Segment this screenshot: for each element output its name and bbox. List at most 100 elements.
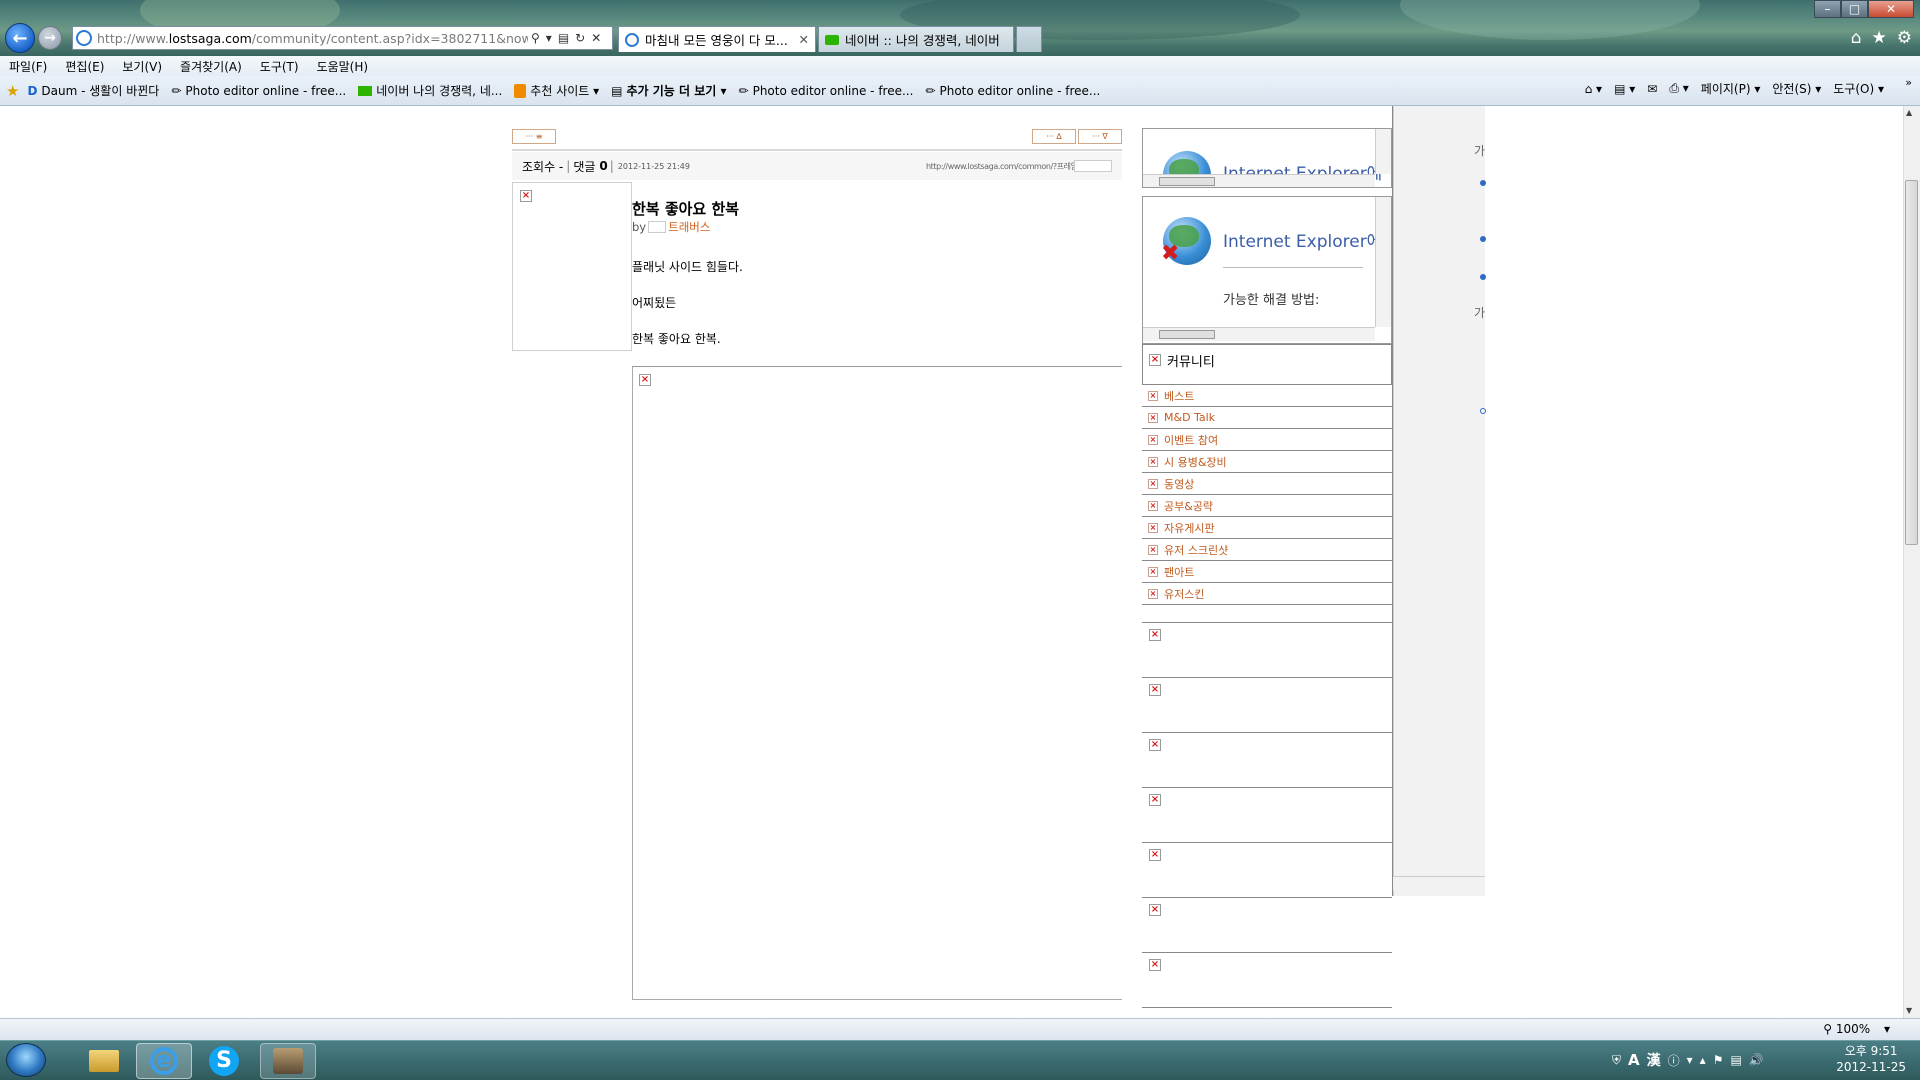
stop-icon[interactable]: ✕ (591, 31, 601, 45)
flag-icon[interactable]: ⚑ (1713, 1053, 1724, 1067)
menu-item-best[interactable]: × 베스트 (1142, 384, 1392, 406)
menu-favorites[interactable]: 즐겨찾기(A) (171, 58, 251, 75)
post-date: 2012-11-25 21:49 (617, 161, 690, 171)
frame-horizontal-scrollbar[interactable] (1143, 174, 1375, 187)
frame-vertical-scrollbar[interactable] (1375, 197, 1391, 327)
banner-slot[interactable] (1142, 1007, 1392, 1018)
hanja-icon[interactable]: 漢 (1647, 1050, 1661, 1070)
menu-item-screenshot[interactable]: × 유저 스크린샷 (1142, 538, 1392, 560)
file-explorer-icon[interactable] (76, 1043, 132, 1079)
fav-photo-editor-2[interactable]: ✏ Photo editor online - free... (739, 84, 914, 98)
scroll-up-arrow-icon[interactable]: ▲ (1906, 108, 1912, 117)
community-title: 커뮤니티 (1167, 355, 1215, 370)
fav-suggested-sites[interactable]: 추천 사이트 ▾ (514, 82, 599, 99)
menu-file[interactable]: 파일(F) (0, 58, 56, 75)
page-menu[interactable]: 페이지(P) ▾ (1701, 80, 1761, 97)
taskbar-clock[interactable]: 오후 9:51 2012-11-25 (1836, 1043, 1906, 1075)
ime-icon[interactable]: A (1628, 1051, 1640, 1069)
scroll-down-arrow-icon[interactable]: ▼ (1906, 1006, 1912, 1015)
broken-image-icon: × (1148, 500, 1158, 511)
refresh-icon[interactable]: ↻ (575, 31, 585, 45)
fav-naver[interactable]: 네이버 나의 경쟁력, 네... (358, 82, 502, 99)
menu-item-free-board[interactable]: × 자유게시판 (1142, 516, 1392, 538)
menu-view[interactable]: 보기(V) (113, 58, 171, 75)
dropdown-arrow-icon[interactable]: ▾ (546, 31, 552, 45)
prev-button[interactable]: ··· ∆ (1032, 129, 1076, 144)
menu-edit[interactable]: 편집(E) (56, 58, 113, 75)
bullet-icon (1480, 408, 1486, 414)
tab-lostsaga[interactable]: 마침내 모든 영웅이 다 모... ✕ (618, 26, 816, 52)
game-icon[interactable] (260, 1043, 316, 1079)
home-icon[interactable]: ⌂ (1851, 28, 1862, 48)
help-icon[interactable]: ⓘ (1668, 1052, 1680, 1069)
home-page-icon[interactable]: ⌂ ▾ (1585, 82, 1602, 96)
menu-item-guide[interactable]: × 공부&공략 (1142, 494, 1392, 516)
start-button[interactable] (6, 1043, 46, 1077)
banner-slot[interactable]: × (1142, 787, 1392, 842)
command-bar: ⌂ ▾ ▤ ▾ ✉ ⎙ ▾ 페이지(P) ▾ 안전(S) ▾ 도구(O) ▾ (1585, 80, 1884, 97)
search-icon[interactable]: ⚲ (531, 31, 540, 45)
menu-item-heroes[interactable]: × 시 용병&장비 (1142, 450, 1392, 472)
safety-menu[interactable]: 안전(S) ▾ (1772, 80, 1821, 97)
mail-icon[interactable]: ✉ (1647, 82, 1657, 96)
maximize-button[interactable]: □ (1841, 0, 1868, 18)
internet-explorer-icon[interactable]: e (136, 1043, 192, 1079)
shield-icon[interactable]: ⛨ (1612, 1053, 1621, 1068)
banner-slot[interactable]: × (1142, 732, 1392, 787)
chevron-down-icon[interactable]: ▾ (1687, 1053, 1693, 1067)
status-bar: ⚲ 100% ▾ (0, 1018, 1920, 1040)
frame-horizontal-scrollbar[interactable] (1143, 327, 1375, 341)
banner-slot[interactable]: × (1142, 952, 1392, 1007)
menu-item-label: 유저스킨 (1164, 587, 1205, 601)
next-button[interactable]: ··· ∇ (1078, 129, 1122, 144)
menu-item-event[interactable]: × 이벤트 참여 (1142, 428, 1392, 450)
gear-icon[interactable]: ⚙ (1897, 28, 1912, 48)
frame-vertical-scrollbar[interactable] (1375, 129, 1391, 174)
banner-slot[interactable]: × (1142, 622, 1392, 677)
author-link[interactable]: 트래버스 (668, 219, 710, 235)
menu-item-video[interactable]: × 동영상 (1142, 472, 1392, 494)
show-hidden-icons[interactable]: ▴ (1700, 1053, 1706, 1067)
community-header: × 커뮤니티 (1142, 344, 1392, 384)
fav-photo-editor-1[interactable]: ✏ Photo editor online - free... (171, 84, 346, 98)
rss-feed-icon[interactable]: ▤ ▾ (1614, 82, 1635, 96)
menu-item-fanart[interactable]: × 팬아트 (1142, 560, 1392, 582)
fav-daum[interactable]: D Daum - 생활이 바뀐다 (27, 82, 159, 99)
volume-icon[interactable]: 🔊 (1749, 1053, 1764, 1067)
skype-icon[interactable]: S (196, 1043, 252, 1079)
fav-photo-editor-3[interactable]: ✏ Photo editor online - free... (925, 84, 1100, 98)
close-button[interactable]: ✕ (1868, 0, 1914, 18)
forward-button[interactable]: → (38, 26, 62, 50)
separator: | (566, 159, 571, 173)
back-button[interactable]: ← (5, 23, 35, 53)
compat-view-icon[interactable]: ▤ (558, 31, 569, 45)
fav-addons[interactable]: ▤ 추가 기능 더 보기 ▾ (611, 82, 726, 99)
favorites-star-icon[interactable]: ★ (6, 82, 19, 100)
menu-help[interactable]: 도움말(H) (308, 58, 378, 75)
zoom-control[interactable]: ⚲ 100% ▾ (1823, 1022, 1890, 1036)
broken-image-icon: × (1149, 959, 1161, 971)
banner-slot[interactable]: × (1142, 677, 1392, 732)
copy-url-box[interactable] (1074, 160, 1112, 172)
toolbar-overflow-icon[interactable]: » (1905, 76, 1912, 89)
list-button[interactable]: ··· ≡ (512, 129, 556, 144)
network-icon[interactable]: ▤ (1730, 1053, 1741, 1067)
menu-item-md-talk[interactable]: × M&D Talk (1142, 406, 1392, 428)
tools-menu[interactable]: 도구(O) ▾ (1833, 80, 1884, 97)
menu-tools[interactable]: 도구(T) (251, 58, 308, 75)
new-tab-button[interactable] (1016, 26, 1042, 52)
banner-slot[interactable]: × (1142, 842, 1392, 897)
article-byline: by 트래버스 (632, 219, 710, 235)
scrollbar-thumb[interactable] (1905, 180, 1918, 545)
print-icon[interactable]: ⎙ ▾ (1669, 81, 1688, 96)
pencil-icon: ✏ (738, 83, 749, 98)
menu-item-label: 동영상 (1164, 477, 1195, 491)
close-tab-icon[interactable]: ✕ (799, 32, 809, 47)
banner-slot[interactable]: × (1142, 897, 1392, 952)
menu-item-user-skin[interactable]: × 유저스킨 (1142, 582, 1392, 604)
right-frame-scrollbar[interactable] (1393, 876, 1485, 890)
tab-naver[interactable]: 네이버 :: 나의 경쟁력, 네이버 (818, 26, 1014, 52)
minimize-button[interactable]: – (1814, 0, 1841, 18)
article-url[interactable]: http://www.lostsaga.com/common/?프레임소스 (926, 161, 1092, 172)
favorites-star-icon[interactable]: ★ (1872, 28, 1887, 48)
